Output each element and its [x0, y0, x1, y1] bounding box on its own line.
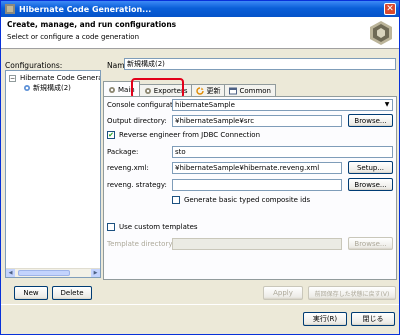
run-button[interactable]: 実行(R): [303, 312, 347, 326]
reveng-strategy-input[interactable]: [172, 179, 342, 191]
delete-button[interactable]: Delete: [52, 286, 92, 300]
package-input[interactable]: sto: [172, 146, 393, 158]
header-title: Create, manage, and run configurations: [7, 20, 177, 29]
tree-horizontal-scrollbar[interactable]: ◀ ▶: [6, 268, 100, 277]
custom-templates-checkbox[interactable]: Use custom templates: [107, 223, 198, 231]
hibernate-app-icon: [5, 4, 15, 14]
output-dir-input[interactable]: ¥hibernateSample¥src: [172, 115, 342, 127]
revert-button: 前回保存した状態に戻す(V): [308, 286, 396, 300]
title-bar: Hibernate Code Generation... ✕: [1, 1, 399, 17]
main-tab-icon: [109, 86, 115, 93]
composite-ids-checkbox[interactable]: Generate basic typed composite ids: [172, 196, 310, 204]
tree-item-hibernate[interactable]: − Hibernate Code Generation: [6, 73, 100, 83]
name-input[interactable]: 新規構成(2): [124, 58, 396, 70]
configurations-tree: − Hibernate Code Generation 新規構成(2) ◀ ▶: [5, 70, 101, 278]
template-browse-button: Browse...: [348, 237, 393, 250]
tab-bar: Main Exporters 更新 Common: [103, 81, 276, 97]
main-tab-panel: Console configuration: hibernateSample ▼…: [103, 96, 397, 280]
checkmark-icon: ✔: [107, 131, 115, 139]
reveng-xml-label: reveng.xml:: [107, 164, 149, 172]
apply-button: Apply: [263, 286, 303, 300]
refresh-tab-icon: [196, 87, 205, 95]
reverse-engineer-checkbox[interactable]: ✔ Reverse engineer from JDBC Connection: [107, 131, 260, 139]
template-dir-label: Template directory:: [107, 240, 175, 248]
footer-separator: [1, 304, 399, 305]
scroll-right-icon[interactable]: ▶: [91, 269, 100, 277]
dialog-window: Hibernate Code Generation... ✕ Create, m…: [0, 0, 400, 335]
close-icon[interactable]: ✕: [384, 3, 396, 15]
close-button[interactable]: 閉じる: [351, 312, 395, 326]
scroll-thumb[interactable]: [18, 270, 70, 276]
configurations-label: Configurations:: [5, 61, 63, 70]
header-subtitle: Select or configure a code generation: [7, 33, 140, 41]
console-config-select[interactable]: hibernateSample ▼: [172, 99, 393, 111]
output-browse-button[interactable]: Browse...: [348, 114, 393, 127]
output-dir-label: Output directory:: [107, 117, 167, 125]
reveng-xml-input[interactable]: ¥hibernateSample¥hibernate.reveng.xml: [172, 162, 342, 174]
collapse-icon[interactable]: −: [9, 74, 16, 82]
package-label: Package:: [107, 148, 139, 156]
hibernate-logo-icon: [370, 21, 392, 45]
scroll-left-icon[interactable]: ◀: [6, 269, 15, 277]
dialog-header: Create, manage, and run configurations S…: [1, 17, 399, 49]
tree-item-label: 新規構成(2): [33, 84, 71, 92]
tree-item-label: Hibernate Code Generation: [20, 74, 100, 82]
template-dir-input: [172, 238, 342, 250]
tree-item-config[interactable]: 新規構成(2): [6, 83, 100, 93]
window-title: Hibernate Code Generation...: [19, 4, 152, 14]
reveng-strategy-label: reveng. strategy:: [107, 181, 167, 189]
new-button[interactable]: New: [14, 286, 48, 300]
config-icon: [24, 85, 30, 91]
common-tab-icon: [229, 87, 238, 95]
setup-button[interactable]: Setup...: [348, 161, 393, 174]
strategy-browse-button[interactable]: Browse...: [348, 178, 393, 191]
dropdown-arrow-icon[interactable]: ▼: [382, 100, 392, 110]
